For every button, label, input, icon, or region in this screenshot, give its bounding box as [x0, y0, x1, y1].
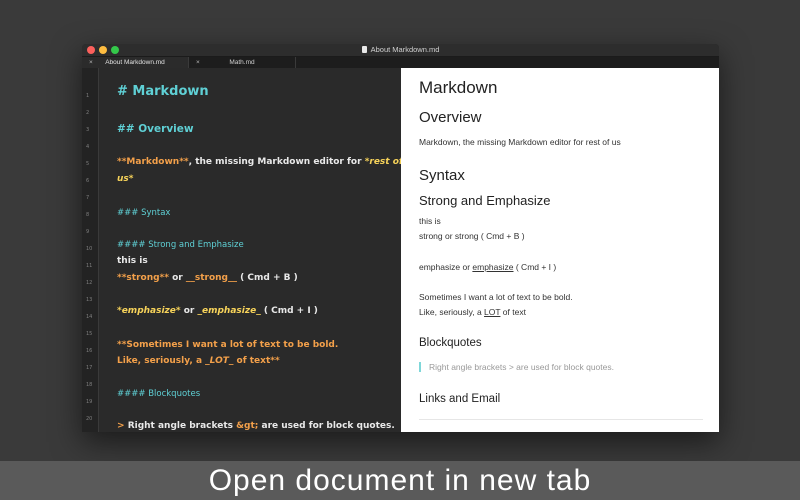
editor-h2: ## Overview: [117, 123, 194, 135]
preview-h3: Syntax: [419, 167, 465, 184]
line-number-gutter: 1 2 3 4 5 6 7 8 9 10 11 12 13 14 15 16 1…: [82, 68, 99, 432]
line-number: 4: [86, 144, 90, 150]
line-number: 14: [86, 314, 93, 320]
preview-h4: Strong and Emphasize: [419, 193, 551, 208]
line-number: 9: [86, 229, 90, 235]
line-number: 1: [86, 93, 90, 99]
tab-close-icon[interactable]: ×: [196, 57, 200, 68]
line-number: 6: [86, 178, 90, 184]
line-number: 8: [86, 212, 90, 218]
preview-divider: [419, 419, 703, 420]
preview-h1: Markdown: [419, 78, 498, 97]
preview-text: this is: [419, 216, 441, 226]
editor-bold-line: **Sometimes I want a lot of text to be b…: [117, 340, 339, 350]
markdown-preview[interactable]: Markdown Overview Markdown, the missing …: [401, 68, 719, 432]
editor-bold-line: Like, seriously, a _LOT_ of text**: [117, 356, 280, 366]
line-number: 18: [86, 382, 93, 388]
app-window: About Markdown.md × About Markdown.md × …: [82, 44, 719, 432]
preview-h4-blockquotes: Blockquotes: [419, 337, 482, 349]
editor-text-line: this is: [117, 256, 148, 266]
line-number: 15: [86, 331, 93, 337]
tab-label: Math.md: [229, 59, 255, 66]
editor-h4: #### Strong and Emphasize: [117, 240, 244, 250]
line-number: 7: [86, 195, 90, 201]
tab-label: About Markdown.md: [105, 59, 165, 66]
preview-emphasize-line: emphasize or emphasize ( Cmd + I ): [419, 262, 557, 272]
preview-bold-line: Sometimes I want a lot of text to be bol…: [419, 292, 573, 302]
line-number: 13: [86, 297, 93, 303]
window-title: About Markdown.md: [82, 44, 719, 56]
line-number: 10: [86, 246, 93, 252]
title-bar: About Markdown.md: [82, 44, 719, 57]
markdown-editor[interactable]: 1 2 3 4 5 6 7 8 9 10 11 12 13 14 15 16 1…: [82, 68, 401, 432]
editor-emphasize-line: *emphasize* or _emphasize_ ( Cmd + I ): [117, 306, 318, 316]
line-number: 11: [86, 263, 93, 269]
preview-blockquote: Right angle brackets > are used for bloc…: [419, 362, 614, 372]
preview-paragraph: Markdown, the missing Markdown editor fo…: [419, 137, 621, 147]
tab-about-markdown[interactable]: × About Markdown.md: [82, 57, 189, 68]
editor-h3: ### Syntax: [117, 208, 171, 218]
line-number: 19: [86, 399, 93, 405]
line-number: 2: [86, 110, 90, 116]
preview-strong-line: strong or strong ( Cmd + B ): [419, 231, 525, 241]
tab-close-icon[interactable]: ×: [89, 57, 93, 68]
preview-h4-links: Links and Email: [419, 393, 501, 405]
editor-paragraph-line: **Markdown**, the missing Markdown edito…: [117, 157, 401, 167]
tab-math[interactable]: × Math.md: [189, 57, 296, 68]
line-number: 5: [86, 161, 90, 167]
preview-bold-line: Like, seriously, a LOT of text: [419, 307, 526, 317]
line-number: 20: [86, 416, 93, 422]
line-number: 3: [86, 127, 90, 133]
editor-strong-line: **strong** or __strong__ ( Cmd + B ): [117, 273, 298, 283]
editor-blockquote-line: > Right angle brackets &gt; are used for…: [117, 421, 395, 431]
editor-h1: # Markdown: [117, 84, 209, 99]
preview-h2: Overview: [419, 109, 482, 126]
document-icon: [361, 46, 367, 53]
editor-paragraph-line: us*: [117, 174, 134, 184]
caption-banner: Open document in new tab: [0, 461, 800, 500]
editor-h4-blockquotes: #### Blockquotes: [117, 389, 201, 399]
line-number: 16: [86, 348, 93, 354]
line-number: 12: [86, 280, 93, 286]
line-number: 17: [86, 365, 93, 371]
editor-preview-panes: 1 2 3 4 5 6 7 8 9 10 11 12 13 14 15 16 1…: [82, 68, 719, 432]
